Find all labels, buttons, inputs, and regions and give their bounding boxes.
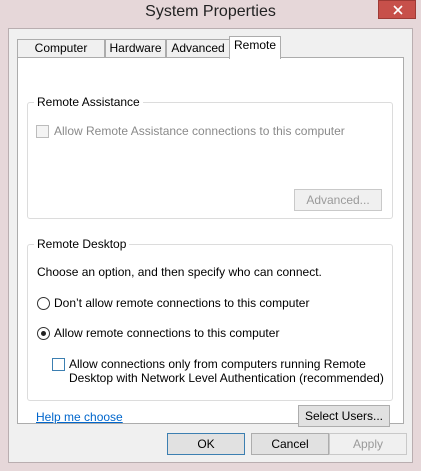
dialog-client: Computer Name Hardware Advanced Remote R…: [8, 28, 413, 463]
window-title: System Properties: [145, 3, 276, 20]
advanced-button[interactable]: Advanced...: [294, 189, 382, 211]
allow-remote-assistance-label: Allow Remote Assistance connections to t…: [54, 124, 345, 138]
remote-assistance-group: Remote Assistance Allow Remote Assistanc…: [27, 95, 393, 219]
allow-remote-label[interactable]: Allow remote connections to this compute…: [54, 326, 279, 340]
apply-button[interactable]: Apply: [329, 433, 407, 455]
nla-label-line1: Allow connections only from computers ru…: [69, 357, 366, 371]
dont-allow-remote-label[interactable]: Don’t allow remote connections to this c…: [54, 296, 309, 310]
ok-button[interactable]: OK: [167, 433, 245, 455]
nla-label[interactable]: Allow connections only from computers ru…: [69, 357, 384, 385]
nla-checkbox[interactable]: [52, 358, 65, 371]
remote-desktop-legend: Remote Desktop: [34, 237, 130, 251]
tab-advanced[interactable]: Advanced: [166, 39, 230, 58]
allow-remote-assistance-checkbox[interactable]: [36, 125, 49, 138]
nla-label-line2: Desktop with Network Level Authenticatio…: [69, 371, 384, 385]
tab-computer-name[interactable]: Computer Name: [17, 39, 105, 72]
remote-assistance-legend: Remote Assistance: [34, 95, 143, 109]
close-icon: [393, 5, 403, 15]
title-bar: System Properties: [0, 0, 421, 28]
remote-desktop-instruction: Choose an option, and then specify who c…: [37, 265, 322, 279]
select-users-button[interactable]: Select Users...: [298, 405, 390, 427]
cancel-button[interactable]: Cancel: [251, 433, 329, 455]
help-me-choose-link[interactable]: Help me choose: [36, 410, 123, 424]
remote-desktop-group: Remote Desktop Choose an option, and the…: [27, 237, 393, 401]
radio-selected-dot: [41, 331, 46, 336]
tab-hardware[interactable]: Hardware: [105, 39, 166, 58]
remote-tab-panel: Remote Assistance Allow Remote Assistanc…: [17, 57, 404, 427]
allow-remote-radio[interactable]: [37, 327, 50, 340]
tab-remote[interactable]: Remote: [229, 36, 281, 59]
dont-allow-remote-radio[interactable]: [37, 297, 50, 310]
close-button[interactable]: [378, 0, 416, 19]
